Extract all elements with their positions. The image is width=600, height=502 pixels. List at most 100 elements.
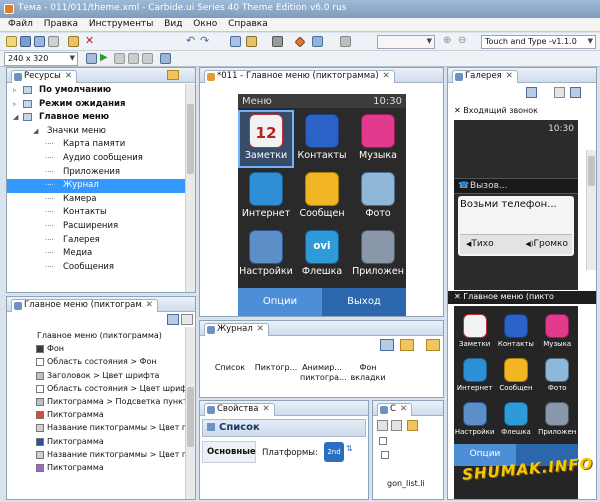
camera-icon[interactable] xyxy=(361,172,395,206)
inspector-item[interactable]: Название пиктограммы > Цвет по xyxy=(36,423,192,433)
apps-icon[interactable] xyxy=(545,402,570,426)
tree-item[interactable]: ···· Расширения xyxy=(7,220,185,234)
journal-grid-icon[interactable] xyxy=(380,339,394,351)
export-icon[interactable] xyxy=(142,53,153,64)
inspector-item[interactable]: Пиктограмма xyxy=(36,463,104,472)
softkey-options[interactable]: Опции xyxy=(238,288,322,316)
tree-item[interactable]: ···· Галерея xyxy=(7,234,185,248)
journal-menu-icon[interactable] xyxy=(426,339,440,351)
zoom-out-icon[interactable]: ⊖ xyxy=(458,36,469,47)
tree-item[interactable]: ···· Медиа xyxy=(7,247,185,261)
menu-edit[interactable]: Правка xyxy=(40,18,82,30)
tab-editor[interactable]: *011 - Главное меню (пиктограмма) ✕ xyxy=(204,70,395,83)
calendar-icon[interactable]: 12 xyxy=(249,114,283,148)
apps-icon[interactable] xyxy=(361,230,395,264)
filter-icon[interactable] xyxy=(377,420,388,431)
tab-gallery[interactable]: Галерея ✕ xyxy=(452,70,518,83)
resolution-select[interactable]: 240 x 320 ▼ xyxy=(4,52,78,66)
gallery-scrollbar[interactable] xyxy=(586,150,596,270)
tree-expander-icon[interactable] xyxy=(379,437,387,445)
tab-small[interactable]: С ✕ xyxy=(377,403,413,416)
camera-icon[interactable] xyxy=(545,358,570,382)
empty-combo[interactable]: ▼ xyxy=(377,35,435,49)
resource-file-item[interactable]: gon_list.li xyxy=(387,479,425,488)
refresh-icon[interactable] xyxy=(160,53,171,64)
undo-icon[interactable]: ↶ xyxy=(186,35,197,47)
tree-expander-icon[interactable] xyxy=(381,451,389,459)
inspector-item[interactable]: Пиктограмма xyxy=(36,410,104,420)
copy-icon[interactable] xyxy=(391,420,402,431)
open-folder-icon[interactable] xyxy=(68,36,79,47)
globe-icon[interactable] xyxy=(462,358,487,382)
preview-icon[interactable] xyxy=(230,36,241,47)
tree-item[interactable]: ◢ Главное меню xyxy=(7,111,185,125)
journal-item[interactable]: Фон вкладки xyxy=(346,363,390,383)
menu-view[interactable]: Вид xyxy=(160,18,186,30)
save-all-icon[interactable] xyxy=(34,36,45,47)
calendar-icon[interactable] xyxy=(462,314,487,338)
gallery-copy-icon[interactable] xyxy=(554,87,565,98)
music-icon[interactable] xyxy=(361,114,395,148)
tree-item[interactable]: ···· Аудио сообщения xyxy=(7,152,185,166)
mute-button[interactable]: ◀Тихо xyxy=(466,239,494,249)
print-icon[interactable] xyxy=(48,36,59,47)
softkey-exit[interactable]: Выход xyxy=(322,288,406,316)
tab-properties[interactable]: Свойства ✕ xyxy=(204,403,275,416)
tree-item[interactable]: ◢ Значки меню xyxy=(7,125,185,139)
brush-icon[interactable] xyxy=(294,36,306,48)
journal-item[interactable]: Пиктогр... xyxy=(254,363,298,373)
tree-item[interactable]: ▹ Режим ожидания xyxy=(7,98,185,112)
inspector-scrollbar[interactable] xyxy=(185,327,195,499)
stop-icon[interactable] xyxy=(272,36,283,47)
tree-item[interactable]: ▹ По умолчанию xyxy=(7,84,185,98)
tree-item[interactable]: ···· Сообщения xyxy=(7,261,185,275)
contacts-icon[interactable] xyxy=(503,314,528,338)
tree-expander-icon[interactable]: ◢ xyxy=(13,113,18,121)
tools-icon[interactable] xyxy=(462,402,487,426)
package-icon[interactable] xyxy=(246,36,257,47)
inspector-item[interactable]: Область состояния > Фон xyxy=(36,357,157,367)
contacts-icon[interactable] xyxy=(305,114,339,148)
inspector-item[interactable]: Пиктограмма xyxy=(36,437,104,446)
new-file-icon[interactable] xyxy=(6,36,17,47)
menu-tools[interactable]: Инструменты xyxy=(85,18,157,30)
gallery-view-icon[interactable] xyxy=(570,87,581,98)
zoom-in-icon[interactable]: ⊕ xyxy=(443,36,454,47)
tree-expander-icon[interactable]: ▹ xyxy=(13,86,17,94)
loud-button[interactable]: ◀)Громко xyxy=(525,239,568,249)
inspector-item[interactable]: Главное меню (пиктограмма) xyxy=(37,331,162,340)
music-icon[interactable] xyxy=(545,314,570,338)
tree-expander-icon[interactable]: ◢ xyxy=(33,127,38,135)
journal-item[interactable]: Анимир... пиктогра... xyxy=(300,363,347,383)
resources-scrollbar[interactable] xyxy=(185,84,195,292)
panel-menu-icon[interactable] xyxy=(167,70,179,80)
platform-spinner-icon[interactable]: ⇅ xyxy=(346,444,353,453)
menu-window[interactable]: Окно xyxy=(189,18,221,30)
platform-badge[interactable]: 2nd xyxy=(324,442,344,462)
inspector-item[interactable]: Фон xyxy=(36,344,64,354)
globe-icon[interactable] xyxy=(249,172,283,206)
redo-icon[interactable]: ↷ xyxy=(200,35,211,47)
settings-icon[interactable] xyxy=(114,53,125,64)
palette-icon[interactable] xyxy=(340,36,351,47)
tab-inspector[interactable]: Главное меню (пиктограм ✕ xyxy=(11,299,158,312)
tree-item[interactable]: ···· Камера xyxy=(7,193,185,207)
mail-icon[interactable] xyxy=(305,172,339,206)
play-icon[interactable]: ▶ xyxy=(100,53,111,64)
tab-journal[interactable]: Журнал ✕ xyxy=(204,323,269,336)
inspector-item[interactable]: Пиктограмма > Подсветка пункта xyxy=(36,397,193,406)
tree-expander-icon[interactable]: ▹ xyxy=(13,100,17,108)
mail-icon[interactable] xyxy=(503,358,528,382)
menu-file[interactable]: Файл xyxy=(4,18,37,30)
view-toggle-icon[interactable] xyxy=(167,314,179,325)
inspector-item[interactable]: Заголовок > Цвет шрифта xyxy=(36,371,159,380)
device-icon[interactable] xyxy=(86,53,97,64)
gallery-sort-icon[interactable] xyxy=(526,87,537,98)
journal-item[interactable]: Список xyxy=(208,363,252,373)
tools-icon[interactable] xyxy=(249,230,283,264)
ovi-icon[interactable] xyxy=(503,402,528,426)
inspector-item[interactable]: Область состояния > Цвет шрифта xyxy=(36,384,195,393)
tab-resources[interactable]: Ресурсы ✕ xyxy=(11,70,77,83)
inspector-item[interactable]: Название пиктограммы > Цвет по xyxy=(36,450,192,459)
tree-item[interactable]: ···· Приложения xyxy=(7,166,185,180)
